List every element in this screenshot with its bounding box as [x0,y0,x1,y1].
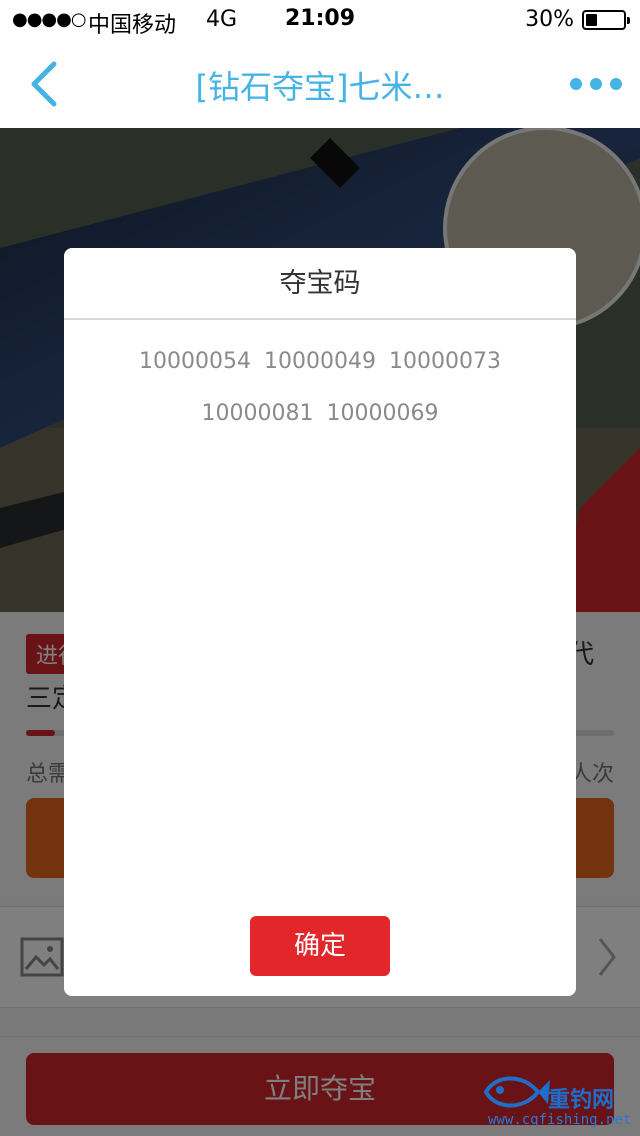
watermark-url: www.cqfishing.net [488,1112,632,1128]
lottery-code: 10000073 [388,349,501,374]
watermark-name: 重钓网 [548,1088,615,1113]
page-title: [钻石夺宝]七米… [195,68,445,106]
site-watermark: 重钓网 www.cqfishing.net [482,1070,638,1132]
dialog-title: 夺宝码 [64,248,576,320]
lottery-code: 10000054 [139,349,251,374]
battery-percent: 30% [525,7,574,32]
status-bar: ●●●●○ 中国移动 4G 21:09 30% [0,0,640,40]
confirm-button[interactable]: 确定 [250,916,390,976]
lottery-codes-dialog: 夺宝码 10000054 10000049 10000073 10000081 … [64,248,576,996]
fish-logo-icon [483,1076,550,1108]
navigation-bar: [钻石夺宝]七米… [0,40,640,128]
app-screen: ●●●●○ 中国移动 4G 21:09 30% [钻石夺宝]七米… 夺宝码 10… [0,0,640,1136]
more-dots-icon [570,78,582,90]
chevron-left-icon [31,61,57,107]
lottery-code-list: 10000054 10000049 10000073 10000081 1000… [82,336,558,440]
lottery-code: 10000069 [326,401,439,426]
lottery-code: 10000081 [201,401,314,426]
lottery-code: 10000049 [264,349,376,374]
back-button[interactable] [24,60,68,108]
more-options-button[interactable] [570,74,624,94]
battery-icon [582,10,630,30]
